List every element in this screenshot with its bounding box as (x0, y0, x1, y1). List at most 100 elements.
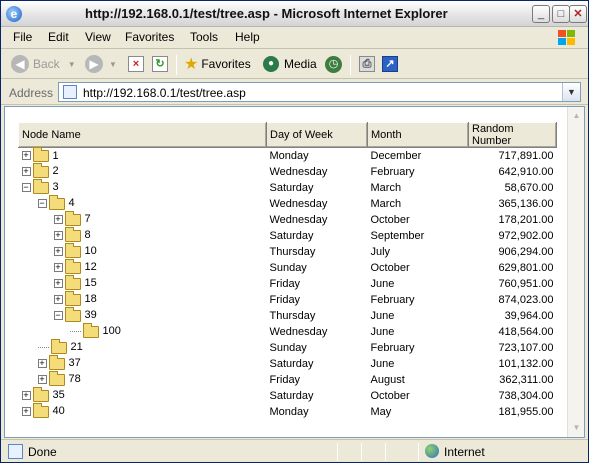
table-row[interactable]: +18 Friday February 874,023.00 (19, 290, 557, 308)
table-row[interactable]: 100 Wednesday June 418,564.00 (19, 322, 557, 340)
edit-button[interactable]: ↗ (382, 53, 398, 75)
menu-view[interactable]: View (85, 30, 111, 44)
table-row[interactable]: −3 Saturday March 58,670.00 (19, 178, 557, 196)
table-row[interactable]: +8 Saturday September 972,902.00 (19, 226, 557, 244)
node-label[interactable]: 3 (53, 182, 59, 194)
media-label: Media (284, 57, 317, 71)
node-label[interactable]: 4 (69, 198, 75, 210)
menu-favorites[interactable]: Favorites (125, 30, 174, 44)
expand-icon[interactable]: + (53, 263, 63, 273)
collapse-icon[interactable]: − (21, 183, 31, 193)
refresh-button[interactable]: ↻ (152, 53, 168, 75)
column-header-day-of-week[interactable]: Day of Week (266, 122, 368, 148)
close-button[interactable]: ✕ (569, 5, 587, 23)
expand-icon[interactable]: + (37, 375, 47, 385)
back-dropdown-icon[interactable]: ▼ (68, 60, 76, 69)
expand-icon[interactable]: + (21, 151, 31, 161)
favorites-button[interactable]: ★ Favorites (184, 53, 251, 75)
node-label[interactable]: 35 (53, 390, 65, 402)
column-header-month[interactable]: Month (367, 122, 469, 148)
minimize-button[interactable]: _ (532, 5, 550, 23)
expand-icon[interactable]: + (21, 407, 31, 417)
grid-header-row: Node Name Day of Week Month Random Numbe… (18, 122, 557, 148)
forward-button[interactable]: ▶ ▼ (85, 53, 117, 75)
table-row[interactable]: +12 Sunday October 629,801.00 (19, 258, 557, 276)
node-name-cell: +8 (19, 226, 267, 244)
vertical-scrollbar[interactable]: ▲ ▼ (567, 107, 584, 437)
table-row[interactable]: −4 Wednesday March 365,136.00 (19, 194, 557, 212)
menu-tools[interactable]: Tools (190, 30, 218, 44)
node-label[interactable]: 39 (85, 310, 97, 322)
folder-icon (32, 146, 49, 162)
node-label[interactable]: 12 (85, 262, 97, 274)
table-row[interactable]: +78 Friday August 362,311.00 (19, 370, 557, 388)
address-dropdown-icon[interactable]: ▼ (562, 83, 580, 101)
forward-dropdown-icon[interactable]: ▼ (109, 60, 117, 69)
folder-icon (82, 322, 99, 338)
history-button[interactable]: ◷ (325, 53, 342, 75)
expand-icon[interactable]: + (53, 295, 63, 305)
node-label[interactable]: 40 (53, 406, 65, 418)
address-url[interactable]: http://192.168.0.1/test/tree.asp (83, 86, 246, 100)
status-bar: Done Internet (1, 439, 588, 462)
table-row[interactable]: +15 Friday June 760,951.00 (19, 274, 557, 292)
node-label[interactable]: 1 (53, 150, 59, 162)
column-header-node-name[interactable]: Node Name (18, 122, 267, 148)
media-button[interactable]: ● Media (263, 53, 317, 75)
stop-icon: × (128, 56, 144, 72)
expand-icon[interactable]: + (37, 359, 47, 369)
menu-bar: File Edit View Favorites Tools Help (1, 27, 588, 49)
table-row[interactable]: +10 Thursday July 906,294.00 (19, 242, 557, 260)
node-label[interactable]: 78 (69, 374, 81, 386)
folder-icon (64, 274, 81, 290)
scroll-down-icon[interactable]: ▼ (569, 420, 584, 436)
menu-edit[interactable]: Edit (48, 30, 69, 44)
expand-icon[interactable]: + (21, 391, 31, 401)
maximize-button[interactable]: □ (552, 5, 570, 23)
expand-icon[interactable]: + (53, 231, 63, 241)
table-row[interactable]: +2 Wednesday February 642,910.00 (19, 162, 557, 180)
node-label[interactable]: 2 (53, 166, 59, 178)
menu-file[interactable]: File (13, 30, 32, 44)
back-button[interactable]: ◀ Back ▼ (11, 53, 76, 75)
number-cell: 874,023.00 (498, 293, 554, 306)
expand-icon[interactable]: + (53, 247, 63, 257)
folder-icon (64, 290, 81, 306)
table-row[interactable]: +40 Monday May 181,955.00 (19, 402, 557, 420)
node-label[interactable]: 7 (85, 214, 91, 226)
month-cell: March (370, 197, 402, 210)
print-button[interactable]: ⎙ (359, 53, 375, 75)
menu-help[interactable]: Help (235, 30, 260, 44)
print-icon: ⎙ (359, 56, 375, 72)
stop-button[interactable]: × (128, 53, 144, 75)
scroll-up-icon[interactable]: ▲ (569, 108, 584, 124)
number-cell: 178,201.00 (498, 213, 554, 226)
node-label[interactable]: 8 (85, 230, 91, 242)
expand-icon[interactable]: + (53, 279, 63, 289)
expand-icon[interactable]: + (53, 215, 63, 225)
column-header-random-number[interactable]: Random Number (468, 122, 557, 148)
table-row[interactable]: 21 Sunday February 723,107.00 (19, 338, 557, 356)
node-label[interactable]: 100 (103, 326, 121, 338)
collapse-icon[interactable]: − (53, 311, 63, 321)
node-label[interactable]: 15 (85, 278, 97, 290)
node-label[interactable]: 37 (69, 358, 81, 370)
node-name-cell: +18 (19, 290, 267, 308)
table-row[interactable]: +1 Monday December 717,891.00 (19, 146, 557, 164)
day-cell: Friday (269, 277, 301, 290)
node-label[interactable]: 10 (85, 246, 97, 258)
node-label[interactable]: 18 (85, 294, 97, 306)
address-input[interactable]: http://192.168.0.1/test/tree.asp ▼ (58, 82, 581, 102)
table-row[interactable]: − 39 Thursday June 39,964.00 (19, 306, 557, 324)
folder-icon (64, 226, 81, 242)
table-row[interactable]: +7 Wednesday October 178,201.00 (19, 210, 557, 228)
node-name-cell: +15 (19, 274, 267, 292)
expand-icon[interactable]: + (21, 167, 31, 177)
folder-icon (48, 354, 65, 370)
day-cell: Sunday (269, 261, 307, 274)
collapse-icon[interactable]: − (37, 199, 47, 209)
node-label[interactable]: 21 (71, 342, 83, 354)
table-row[interactable]: +35 Saturday October 738,304.00 (19, 386, 557, 404)
table-row[interactable]: +37 Saturday June 101,132.00 (19, 354, 557, 372)
folder-icon (32, 162, 49, 178)
